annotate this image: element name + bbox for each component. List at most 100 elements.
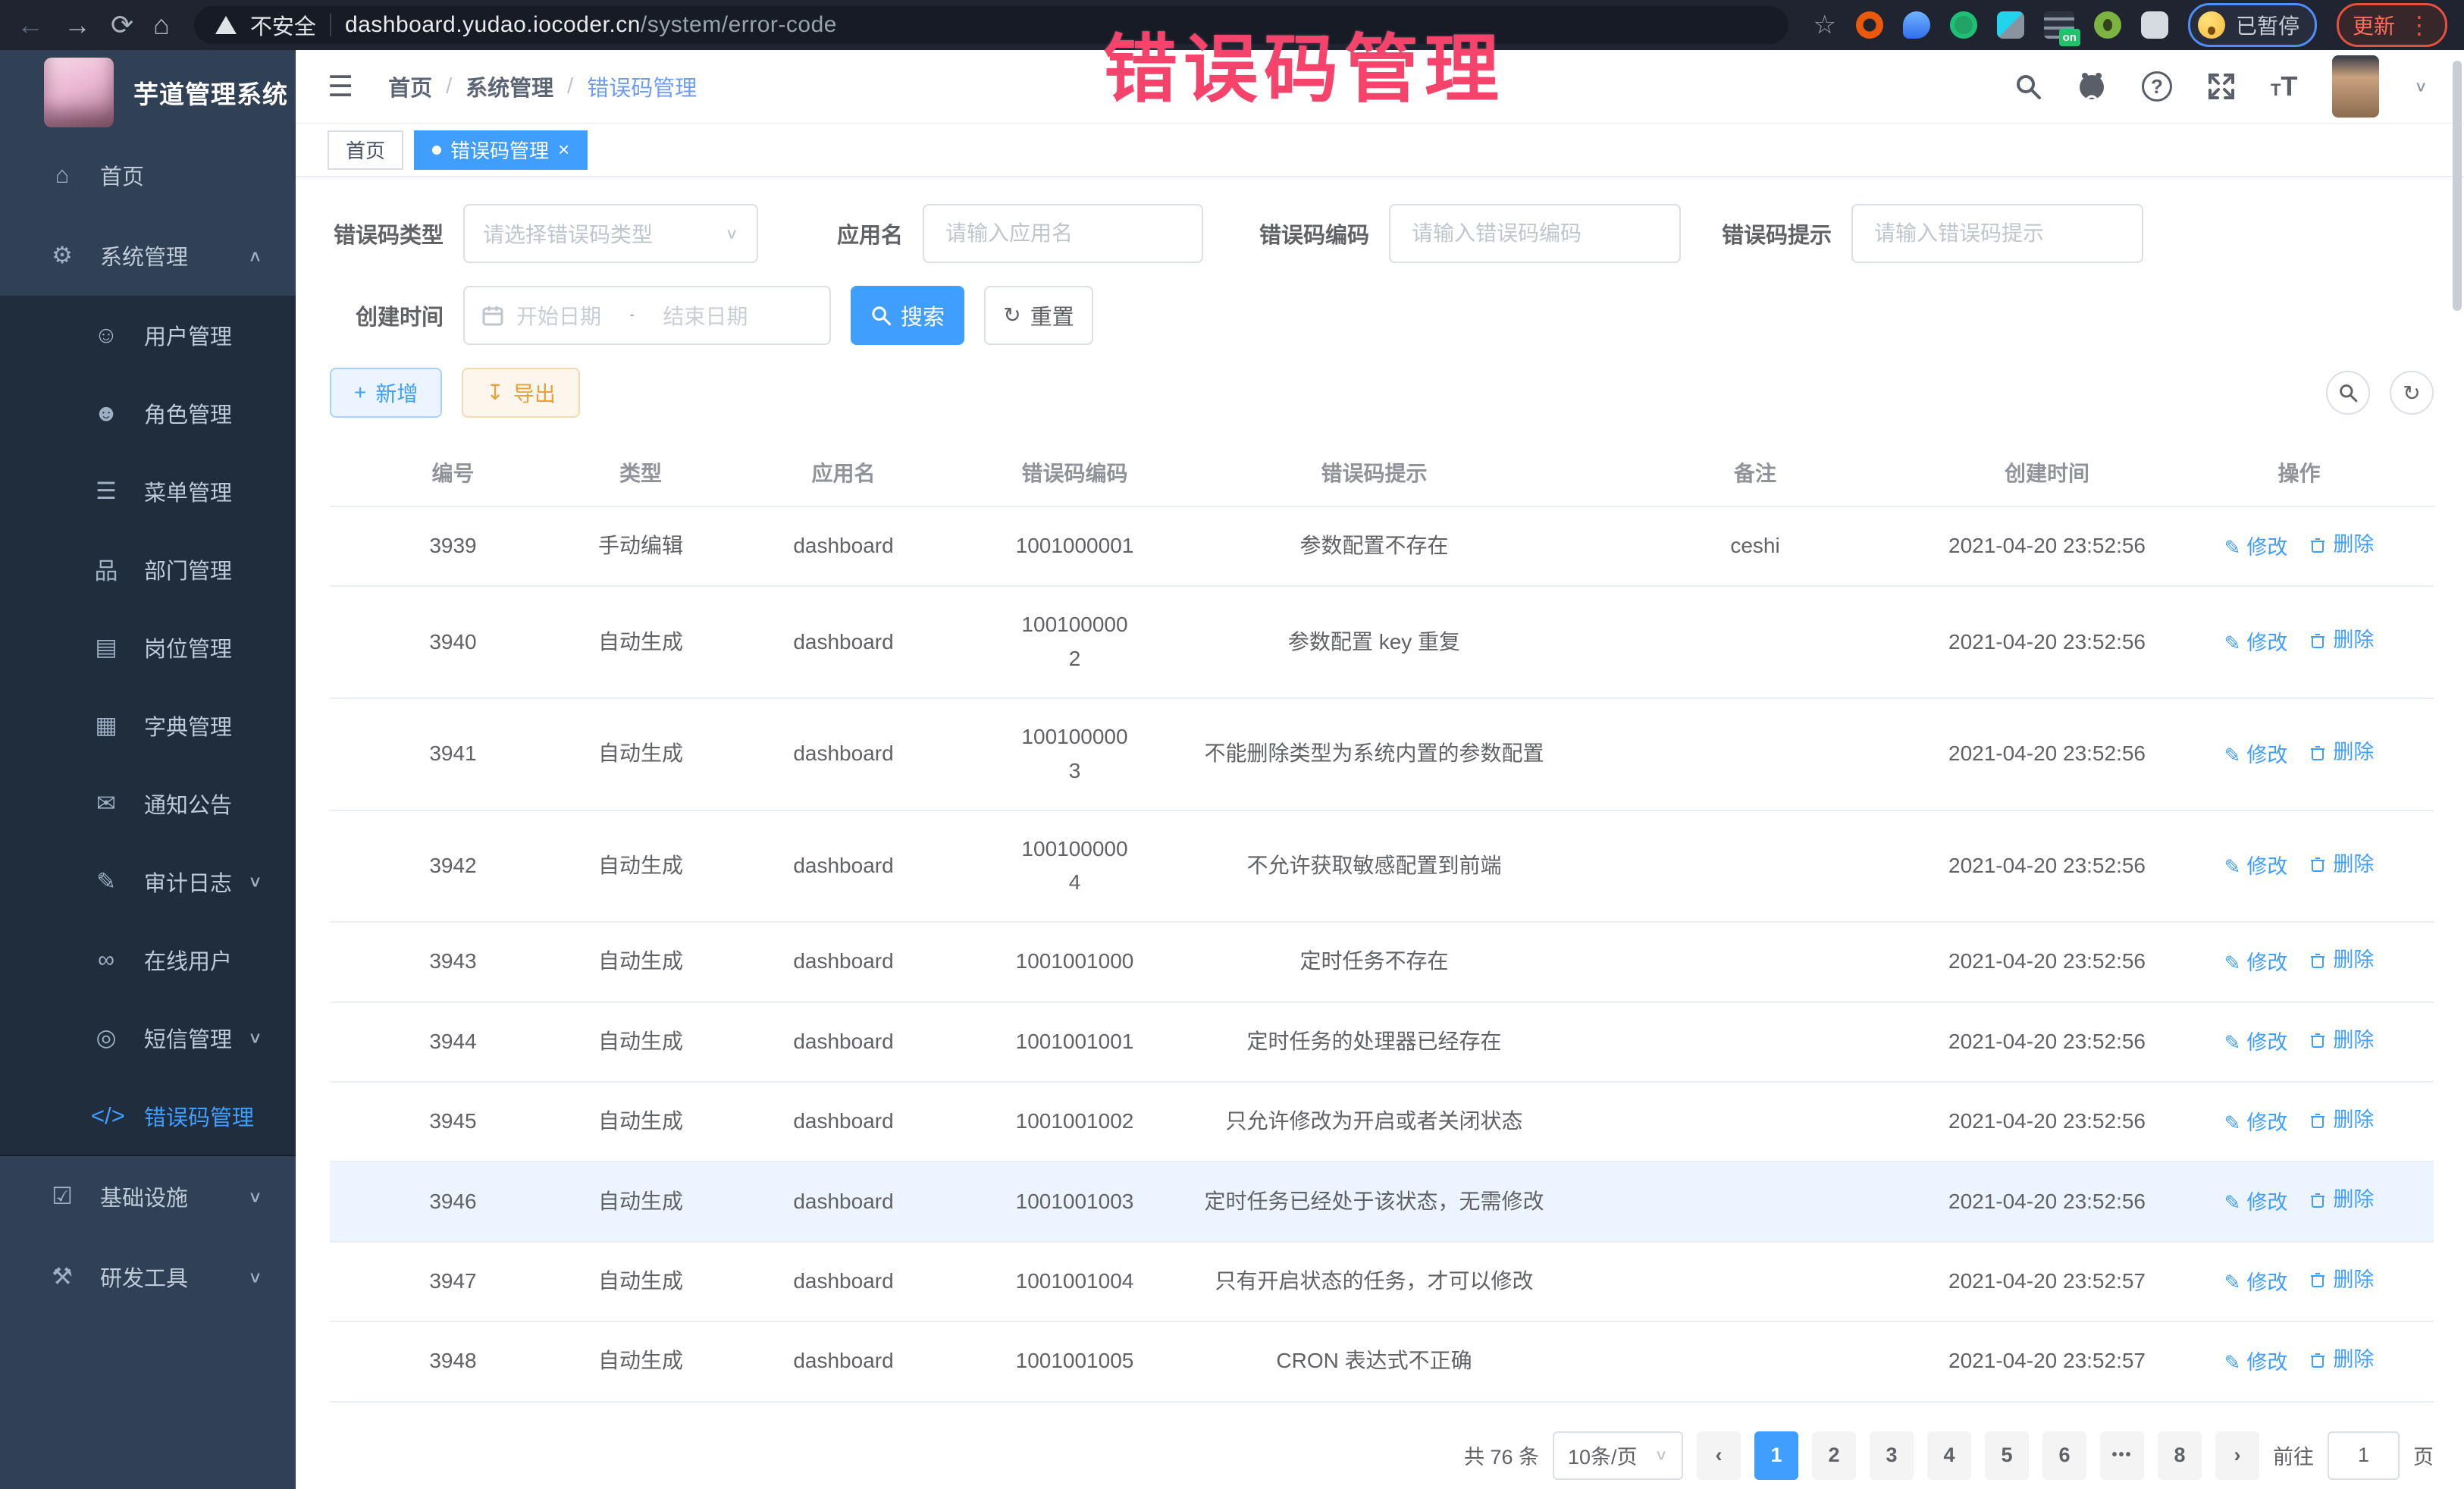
delete-link[interactable]: 删除	[2309, 848, 2374, 881]
extension-icon-squares[interactable]	[1997, 11, 2024, 39]
page-button-5[interactable]: 5	[1985, 1431, 2029, 1480]
sidebar-item-infrastructure[interactable]: ☑ 基础设施 ∨	[0, 1156, 296, 1237]
extension-icon-green[interactable]	[1950, 11, 1977, 39]
browser-menu-dots-icon[interactable]: ⋮	[2407, 13, 2431, 37]
sidebar-collapse-icon[interactable]: ☰	[328, 70, 353, 104]
delete-link[interactable]: 删除	[2309, 944, 2374, 976]
help-icon[interactable]: ?	[2142, 71, 2172, 102]
close-icon[interactable]: ×	[558, 138, 569, 161]
error-code-input[interactable]	[1389, 204, 1681, 263]
date-range-separator: -	[630, 309, 634, 322]
page-button-1[interactable]: 1	[1754, 1431, 1798, 1480]
delete-link[interactable]: 删除	[2309, 624, 2374, 657]
browser-update-button[interactable]: 更新 ⋮	[2337, 3, 2447, 47]
refresh-table-button[interactable]: ↻	[2390, 371, 2434, 415]
sidebar-item-label: 岗位管理	[144, 632, 232, 663]
edit-link[interactable]: ✎修改	[2224, 627, 2288, 660]
prev-page-button[interactable]: ‹	[1697, 1431, 1741, 1480]
table-header-row: 编号 类型 应用名 错误码编码 错误码提示 备注 创建时间 操作	[330, 439, 2434, 506]
extension-icon-ring[interactable]	[1856, 11, 1883, 39]
sidebar-item-system-management[interactable]: ⚙ 系统管理 ∧	[0, 215, 296, 296]
sidebar-item-sms[interactable]: ◎ 短信管理 ∨	[0, 998, 296, 1077]
page-button-2[interactable]: 2	[1812, 1431, 1856, 1480]
edit-link[interactable]: ✎修改	[2224, 947, 2288, 980]
breadcrumb-system[interactable]: 系统管理	[466, 71, 553, 102]
page-button-8[interactable]: 8	[2158, 1431, 2202, 1480]
extension-icon-bars[interactable]: on	[2044, 11, 2074, 39]
delete-link[interactable]: 删除	[2309, 528, 2374, 561]
edit-link[interactable]: ✎修改	[2224, 1186, 2288, 1219]
reset-button[interactable]: ↻ 重置	[984, 286, 1093, 345]
user-avatar[interactable]	[2332, 55, 2379, 118]
edit-link[interactable]: ✎修改	[2224, 1027, 2288, 1059]
extensions-puzzle-icon[interactable]	[2141, 11, 2168, 39]
cell-app: dashboard	[705, 586, 982, 698]
delete-link[interactable]: 删除	[2309, 1264, 2374, 1296]
home-icon[interactable]: ⌂	[153, 11, 170, 39]
sidebar-item-departments[interactable]: 品 部门管理	[0, 530, 296, 608]
search-button[interactable]: 搜索	[851, 286, 964, 345]
breadcrumb-home[interactable]: 首页	[388, 71, 432, 102]
sidebar-item-audit-log[interactable]: ✎ 审计日志 ∨	[0, 842, 296, 920]
sidebar-logo-row[interactable]: 芋道管理系统	[0, 50, 296, 135]
tab-home[interactable]: 首页	[328, 130, 403, 170]
badge-icon: ▤	[91, 634, 121, 661]
page-scrollbar[interactable]	[2453, 61, 2462, 1478]
extension-icon-key[interactable]	[2094, 11, 2121, 39]
goto-label: 前往	[2273, 1440, 2314, 1470]
back-icon[interactable]: ←	[17, 11, 44, 39]
sidebar-item-menus[interactable]: ☰ 菜单管理	[0, 452, 296, 530]
page-button-3[interactable]: 3	[1870, 1431, 1914, 1480]
cell-app: dashboard	[705, 810, 982, 923]
search-icon[interactable]	[2014, 73, 2042, 100]
edit-link[interactable]: ✎修改	[2224, 531, 2288, 564]
sidebar-item-positions[interactable]: ▤ 岗位管理	[0, 608, 296, 686]
address-bar[interactable]: 不安全 dashboard.yudao.iocoder.cn/system/er…	[194, 6, 1789, 44]
add-button[interactable]: + 新增	[330, 368, 442, 418]
edit-link[interactable]: ✎修改	[2224, 851, 2288, 883]
page-size-select[interactable]: 10条/页 ∨	[1553, 1431, 1683, 1480]
font-size-icon[interactable]: TT	[2271, 71, 2297, 102]
more-pages-ellipsis[interactable]: •••	[2100, 1431, 2144, 1480]
delete-link[interactable]: 删除	[2309, 1024, 2374, 1057]
sidebar-item-roles[interactable]: ☻ 角色管理	[0, 374, 296, 452]
edit-link[interactable]: ✎修改	[2224, 739, 2288, 772]
date-range-picker[interactable]: 开始日期 - 结束日期	[463, 286, 831, 345]
sidebar-item-dictionary[interactable]: ▦ 字典管理	[0, 686, 296, 764]
goto-page-input[interactable]	[2328, 1431, 2400, 1480]
sidebar-item-home[interactable]: ⌂ 首页	[0, 135, 296, 215]
sidebar-item-online-users[interactable]: ∞ 在线用户	[0, 920, 296, 998]
app-name-input[interactable]	[923, 204, 1203, 263]
delete-link[interactable]: 删除	[2309, 1104, 2374, 1136]
fullscreen-icon[interactable]	[2207, 72, 2236, 101]
reload-icon[interactable]: ⟳	[111, 11, 133, 39]
export-button[interactable]: ↧ 导出	[462, 368, 579, 418]
edit-link[interactable]: ✎修改	[2224, 1267, 2288, 1299]
github-icon[interactable]	[2077, 71, 2107, 102]
page-button-6[interactable]: 6	[2042, 1431, 2086, 1480]
page-button-4[interactable]: 4	[1927, 1431, 1971, 1480]
next-page-button[interactable]: ›	[2215, 1431, 2259, 1480]
error-hint-input[interactable]	[1851, 204, 2143, 263]
error-hint-label: 错误码提示	[1722, 218, 1832, 249]
toggle-search-button[interactable]	[2326, 371, 2370, 415]
profile-paused-badge[interactable]: 已暂停	[2188, 3, 2317, 47]
sidebar-item-announcements[interactable]: ✉ 通知公告	[0, 764, 296, 842]
sidebar-item-error-codes[interactable]: </> 错误码管理	[0, 1077, 296, 1155]
delete-link[interactable]: 删除	[2309, 1343, 2374, 1376]
avatar-dropdown-caret-icon[interactable]: ∨	[2414, 77, 2428, 95]
table-row: 3947 自动生成 dashboard 1001001004 只有开启状态的任务…	[330, 1242, 2434, 1321]
delete-link[interactable]: 删除	[2309, 1183, 2374, 1216]
forward-icon[interactable]: →	[64, 11, 91, 39]
scrollbar-thumb[interactable]	[2453, 61, 2462, 311]
edit-link[interactable]: ✎修改	[2224, 1107, 2288, 1139]
bookmark-star-icon[interactable]: ☆	[1813, 10, 1835, 40]
delete-link[interactable]: 删除	[2309, 736, 2374, 769]
sidebar-item-users[interactable]: ☺ 用户管理	[0, 296, 296, 374]
edit-link[interactable]: ✎修改	[2224, 1346, 2288, 1379]
extension-icon-drop[interactable]	[1903, 11, 1930, 39]
error-type-select[interactable]: 请选择错误码类型 ∨	[463, 204, 758, 263]
cell-type: 自动生成	[576, 922, 705, 1002]
tab-error-codes[interactable]: 错误码管理 ×	[414, 130, 588, 170]
sidebar-item-dev-tools[interactable]: ⚒ 研发工具 ∨	[0, 1237, 296, 1317]
